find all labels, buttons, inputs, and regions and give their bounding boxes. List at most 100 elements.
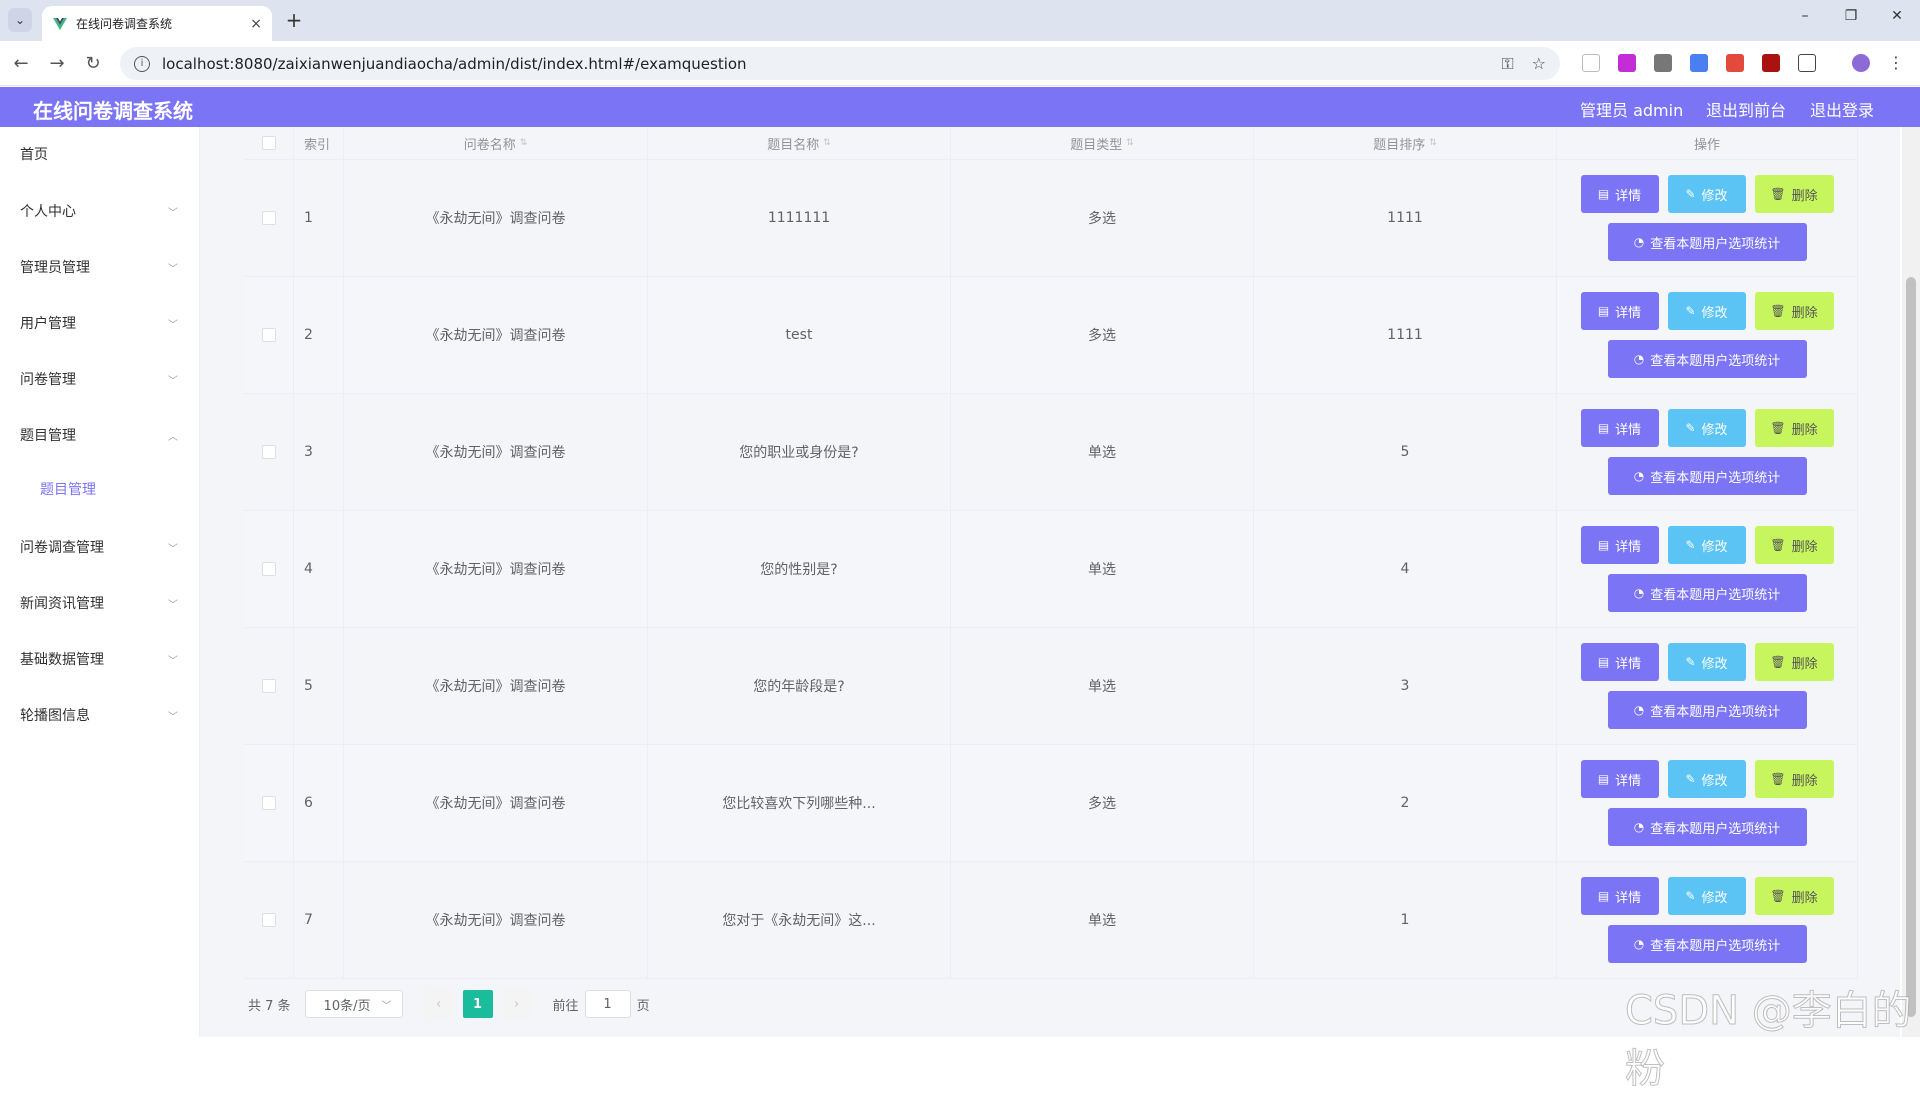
exit-to-front-link[interactable]: 退出到前台 xyxy=(1706,97,1786,121)
view-stats-button[interactable]: ◔ 查看本题用户选项统计 xyxy=(1607,340,1807,378)
delete-button[interactable]: 🗑 删除 xyxy=(1754,292,1834,330)
detail-button[interactable]: ▤ 详情 xyxy=(1580,877,1659,915)
header-name[interactable]: 题目名称 ⇅ xyxy=(648,127,951,159)
header-select-all[interactable] xyxy=(244,127,294,159)
sidebar-item-questions[interactable]: 题目管理 ︿ xyxy=(0,415,200,455)
close-window-button[interactable]: ✕ xyxy=(1882,8,1912,24)
row-checkbox[interactable] xyxy=(261,445,276,459)
delete-button[interactable]: 🗑 删除 xyxy=(1754,526,1834,564)
prev-page-button[interactable]: ‹ xyxy=(424,990,453,1018)
sort-icon[interactable]: ⇅ xyxy=(520,138,528,148)
minimize-button[interactable]: – xyxy=(1790,8,1820,24)
goto-page-input[interactable]: 1 xyxy=(584,990,631,1018)
tab-close-icon[interactable]: × xyxy=(250,16,262,32)
page-number-current[interactable]: 1 xyxy=(462,990,493,1018)
browser-tab[interactable]: 在线问卷调查系统 × xyxy=(42,6,272,41)
sidebar-item-users[interactable]: 用户管理 ﹀ xyxy=(0,303,200,343)
view-stats-button[interactable]: ◔ 查看本题用户选项统计 xyxy=(1607,223,1807,261)
sidebar-subitem-questions[interactable]: 题目管理 xyxy=(40,479,96,499)
page-scrollbar[interactable] xyxy=(1902,127,1920,1037)
extension-tree-icon[interactable] xyxy=(1726,54,1744,72)
select-all-checkbox[interactable] xyxy=(261,136,276,150)
sort-icon[interactable]: ⇅ xyxy=(1429,138,1437,148)
forward-button[interactable]: → xyxy=(46,53,68,75)
delete-button[interactable]: 🗑 删除 xyxy=(1754,643,1834,681)
row-select-cell[interactable] xyxy=(244,862,294,978)
row-select-cell[interactable] xyxy=(244,745,294,861)
detail-button[interactable]: ▤ 详情 xyxy=(1580,643,1659,681)
detail-button[interactable]: ▤ 详情 xyxy=(1580,175,1659,213)
page-size-select[interactable]: 10条/页 ﹀ xyxy=(304,990,403,1018)
row-checkbox[interactable] xyxy=(261,211,276,225)
back-button[interactable]: ← xyxy=(10,53,32,75)
sidebar-item-home[interactable]: 首页 xyxy=(0,134,200,174)
edit-button[interactable]: ✎ 修改 xyxy=(1667,175,1746,213)
reload-button[interactable]: ↻ xyxy=(82,53,104,75)
row-select-cell[interactable] xyxy=(244,628,294,744)
edit-button[interactable]: ✎ 修改 xyxy=(1667,526,1746,564)
detail-button[interactable]: ▤ 详情 xyxy=(1580,409,1659,447)
header-sort[interactable]: 题目排序 ⇅ xyxy=(1254,127,1557,159)
next-page-button[interactable]: › xyxy=(502,990,531,1018)
sidebar-item-survey-responses[interactable]: 问卷调查管理 ﹀ xyxy=(0,527,200,567)
row-question-type: 多选 xyxy=(951,160,1254,276)
tab-search-button[interactable]: ⌄ xyxy=(8,8,32,32)
extension-shield-icon[interactable] xyxy=(1762,54,1780,72)
row-checkbox[interactable] xyxy=(261,796,276,810)
view-stats-button[interactable]: ◔ 查看本题用户选项统计 xyxy=(1607,457,1807,495)
address-bar[interactable]: i localhost:8080/zaixianwenjuandiaocha/a… xyxy=(120,47,1560,80)
detail-button[interactable]: ▤ 详情 xyxy=(1580,292,1659,330)
view-stats-button[interactable]: ◔ 查看本题用户选项统计 xyxy=(1607,925,1807,963)
scrollbar-thumb[interactable] xyxy=(1906,277,1916,1017)
view-stats-button[interactable]: ◔ 查看本题用户选项统计 xyxy=(1607,691,1807,729)
extension-ip-icon[interactable] xyxy=(1618,54,1636,72)
edit-button[interactable]: ✎ 修改 xyxy=(1667,409,1746,447)
restore-button[interactable]: ❐ xyxy=(1836,8,1866,24)
row-question-sort: 1 xyxy=(1254,862,1557,978)
row-checkbox[interactable] xyxy=(261,562,276,576)
extension-folder-icon[interactable] xyxy=(1654,54,1672,72)
row-checkbox[interactable] xyxy=(261,913,276,927)
password-key-icon[interactable]: ⚿ xyxy=(1501,54,1513,74)
sort-icon[interactable]: ⇅ xyxy=(1126,138,1134,148)
browser-menu-icon[interactable]: ⋮ xyxy=(1888,54,1904,72)
view-stats-button[interactable]: ◔ 查看本题用户选项统计 xyxy=(1607,808,1807,846)
row-checkbox[interactable] xyxy=(261,679,276,693)
edit-button[interactable]: ✎ 修改 xyxy=(1667,643,1746,681)
view-stats-button[interactable]: ◔ 查看本题用户选项统计 xyxy=(1607,574,1807,612)
logout-link[interactable]: 退出登录 xyxy=(1810,97,1874,121)
row-select-cell[interactable] xyxy=(244,511,294,627)
sidebar-item-carousel[interactable]: 轮播图信息 ﹀ xyxy=(0,695,200,735)
sidebar-item-surveys[interactable]: 问卷管理 ﹀ xyxy=(0,359,200,399)
delete-button[interactable]: 🗑 删除 xyxy=(1754,409,1834,447)
delete-button[interactable]: 🗑 删除 xyxy=(1754,877,1834,915)
row-select-cell[interactable] xyxy=(244,394,294,510)
delete-button[interactable]: 🗑 删除 xyxy=(1754,760,1834,798)
delete-label: 删除 xyxy=(1791,539,1818,555)
sidebar-item-news[interactable]: 新闻资讯管理 ﹀ xyxy=(0,583,200,623)
edit-button[interactable]: ✎ 修改 xyxy=(1667,877,1746,915)
row-select-cell[interactable] xyxy=(244,160,294,276)
new-tab-button[interactable]: + xyxy=(282,8,306,32)
extension-cursor-icon[interactable] xyxy=(1582,54,1600,72)
site-info-icon[interactable]: i xyxy=(134,55,150,72)
row-select-cell[interactable] xyxy=(244,277,294,393)
edit-button[interactable]: ✎ 修改 xyxy=(1667,292,1746,330)
sort-icon[interactable]: ⇅ xyxy=(823,138,831,148)
detail-button[interactable]: ▤ 详情 xyxy=(1580,526,1659,564)
sidebar-item-basic-data[interactable]: 基础数据管理 ﹀ xyxy=(0,639,200,679)
detail-button[interactable]: ▤ 详情 xyxy=(1580,760,1659,798)
url-text: localhost:8080/zaixianwenjuandiaocha/adm… xyxy=(162,54,747,73)
sidebar-item-admins[interactable]: 管理员管理 ﹀ xyxy=(0,247,200,287)
profile-avatar[interactable] xyxy=(1852,54,1870,72)
sidebar-item-profile[interactable]: 个人中心 ﹀ xyxy=(0,191,200,231)
header-type[interactable]: 题目类型 ⇅ xyxy=(951,127,1254,159)
header-survey[interactable]: 问卷名称 ⇅ xyxy=(344,127,648,159)
edit-button[interactable]: ✎ 修改 xyxy=(1667,760,1746,798)
extensions-puzzle-icon[interactable] xyxy=(1798,54,1816,72)
extension-layers-icon[interactable] xyxy=(1690,54,1708,72)
row-question-name: 您比较喜欢下列哪些种... xyxy=(648,745,951,861)
delete-button[interactable]: 🗑 删除 xyxy=(1754,175,1834,213)
row-checkbox[interactable] xyxy=(261,328,276,342)
bookmark-star-icon[interactable]: ☆ xyxy=(1532,54,1546,73)
